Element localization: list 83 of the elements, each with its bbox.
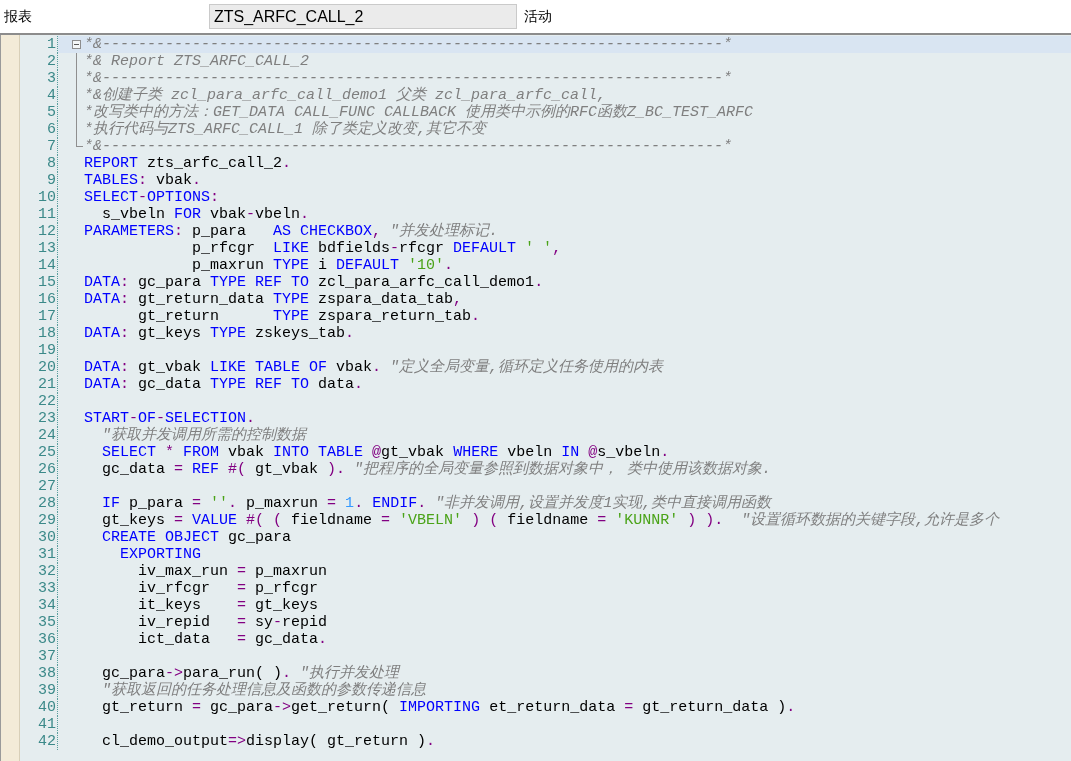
- code-line: DATA: gt_return_data TYPE zspara_data_tab,: [84, 291, 464, 308]
- line-number: 41: [38, 716, 56, 733]
- code-line: *执行代码与ZTS_ARFC_CALL_1 除了类定义改变,其它不变: [84, 121, 489, 138]
- code-line: *改写类中的方法：GET_DATA CALL_FUNC CALLBACK 使用类中示例的RFC函数Z_BC_TEST_ARFC: [84, 104, 755, 121]
- code-line: gc_para->para_run( ). "执行并发处理: [101, 665, 402, 682]
- line-number: 33: [38, 580, 56, 597]
- fold-bracket-icon: [76, 53, 83, 147]
- line-number: 35: [38, 614, 56, 631]
- code-line: p_rfcgr LIKE bdfields-rfcgr DEFAULT ' ',: [191, 240, 563, 257]
- line-number: 21: [38, 376, 56, 393]
- line-number: 7: [47, 138, 56, 155]
- line-number: 2: [47, 53, 56, 70]
- line-number: 14: [38, 257, 56, 274]
- line-number: 4: [47, 87, 56, 104]
- code-line: REPORT zts_arfc_call_2.: [84, 155, 293, 172]
- code-line: "获取返回的任务处理信息及函数的参数传递信息: [101, 682, 427, 699]
- line-number: 25: [38, 444, 56, 461]
- line-number: 19: [38, 342, 56, 359]
- line-number: 38: [38, 665, 56, 682]
- line-number: 11: [38, 206, 56, 223]
- line-number: 29: [38, 512, 56, 529]
- code-line: DATA: gc_para TYPE REF TO zcl_para_arfc_call_demo1.: [84, 274, 545, 291]
- code-line: DATA: gc_data TYPE REF TO data.: [84, 376, 365, 393]
- code-line: SELECT * FROM vbak INTO TABLE @gt_vbak WHERE vbeln IN @s_vbeln.: [101, 444, 671, 461]
- line-number: 6: [47, 121, 56, 138]
- line-number: 10: [38, 189, 56, 206]
- line-number: 24: [38, 427, 56, 444]
- line-number: 17: [38, 308, 56, 325]
- collapse-icon[interactable]: [72, 40, 81, 49]
- line-number: 16: [38, 291, 56, 308]
- line-number: 12: [38, 223, 56, 240]
- code-line: it_keys = gt_keys: [137, 597, 320, 614]
- line-number: 27: [38, 478, 56, 495]
- code-line: PARAMETERS: p_para AS CHECKBOX, "并发处理标记.: [84, 223, 500, 240]
- code-line: *&创建子类 zcl_para_arfc_call_demo1 父类 zcl_para_arfc_call,: [84, 87, 608, 104]
- code-line: p_maxrun TYPE i DEFAULT '10'.: [191, 257, 455, 274]
- line-number: 28: [38, 495, 56, 512]
- line-number: 15: [38, 274, 56, 291]
- code-line: iv_max_run = p_maxrun: [137, 563, 329, 580]
- code-line: iv_rfcgr = p_rfcgr: [137, 580, 320, 597]
- program-name-field[interactable]: ZTS_ARFC_CALL_2: [209, 4, 517, 29]
- code-line: s_vbeln FOR vbak-vbeln.: [101, 206, 311, 223]
- code-line: START-OF-SELECTION.: [84, 410, 257, 427]
- line-number: 1: [47, 36, 56, 53]
- line-number: 36: [38, 631, 56, 648]
- code-line: gt_keys = VALUE #( ( fieldname = 'VBELN' ) ( fieldname = 'KUNNR' ) ). "设置循环数据的关键字段,允许是多个: [101, 512, 1001, 529]
- line-number: 22: [38, 393, 56, 410]
- line-number: 31: [38, 546, 56, 563]
- line-number: 20: [38, 359, 56, 376]
- code-line: SELECT-OPTIONS:: [84, 189, 221, 206]
- line-number: 39: [38, 682, 56, 699]
- code-line: DATA: gt_vbak LIKE TABLE OF vbak. "定义全局变量,循环定义任务使用的内表: [84, 359, 665, 376]
- code-line: EXPORTING: [119, 546, 203, 563]
- line-number: 3: [47, 70, 56, 87]
- code-line: IF p_para = ''. p_maxrun = 1. ENDIF. "非并发调用,设置并发度1实现,类中直接调用函数: [101, 495, 773, 512]
- line-number: 40: [38, 699, 56, 716]
- code-line: *& Report ZTS_ARFC_CALL_2: [84, 53, 311, 70]
- line-number: 26: [38, 461, 56, 478]
- code-line: "获取并发调用所需的控制数据: [101, 427, 309, 444]
- field-label: 报表: [3, 7, 33, 26]
- code-line: CREATE OBJECT gc_para: [101, 529, 293, 546]
- code-line: gc_data = REF #( gt_vbak ). "把程序的全局变量参照到数据对象中， 类中使用该数据对象.: [101, 461, 773, 478]
- line-number: 9: [47, 172, 56, 189]
- line-number: 37: [38, 648, 56, 665]
- code-line: DATA: gt_keys TYPE zskeys_tab.: [84, 325, 356, 342]
- line-number: 34: [38, 597, 56, 614]
- line-number: 32: [38, 563, 56, 580]
- code-line: gt_return = gc_para->get_return( IMPORTING et_return_data = gt_return_data ).: [101, 699, 797, 716]
- code-line: gt_return TYPE zspara_return_tab.: [137, 308, 482, 325]
- code-line: *&---------------------------------------------------------------------*: [84, 138, 734, 155]
- line-number: 13: [38, 240, 56, 257]
- code-line: *&---------------------------------------------------------------------*: [84, 70, 734, 87]
- line-number: 8: [47, 155, 56, 172]
- line-number: 30: [38, 529, 56, 546]
- line-number: 23: [38, 410, 56, 427]
- line-number: 42: [38, 733, 56, 750]
- line-number: 18: [38, 325, 56, 342]
- status-text: 活动: [523, 7, 552, 26]
- code-line: cl_demo_output=>display( gt_return ).: [101, 733, 437, 750]
- code-line: iv_repid = sy-repid: [137, 614, 329, 631]
- code-line: ict_data = gc_data.: [137, 631, 329, 648]
- line-number: 5: [47, 104, 56, 121]
- code-line: TABLES: vbak.: [84, 172, 203, 189]
